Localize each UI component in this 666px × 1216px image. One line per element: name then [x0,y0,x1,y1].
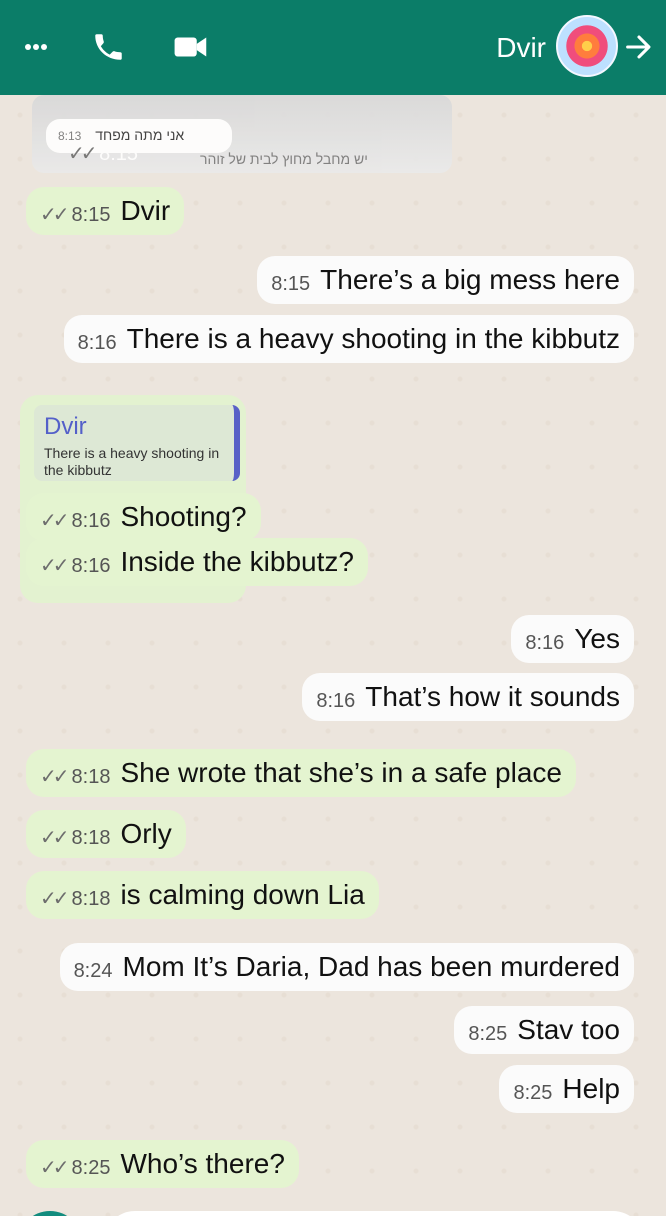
message-text: Orly [120,818,172,849]
message-meta: 8:24 [74,960,113,983]
message-meta: ✓✓ 8:16 [40,555,110,578]
message-text: There is a heavy shooting in the kibbutz [126,323,620,354]
message-text: Shooting? [120,501,247,532]
attach-button[interactable] [18,1211,82,1216]
double-check-icon: ✓✓ [40,766,69,789]
message-time: 8:16 [525,632,565,655]
message-time: 8:25 [513,1082,553,1105]
message-bubble[interactable]: ✓✓ 8:16 Shooting? [26,493,261,542]
message-bubble[interactable]: ✓✓ 8:18 She wrote that she’s in a safe pla… [26,749,576,798]
message-bubble[interactable]: 8:16 There is a heavy shooting in the kib… [63,315,634,364]
chat-title[interactable]: Dvir [496,32,546,64]
message-bubble[interactable]: ✓✓ 8:25 Who’s there? [26,1140,299,1189]
arrow-right-icon[interactable] [620,26,658,68]
message-meta: ✓✓ 8:18 [40,888,110,911]
message-text: Stav too [517,1014,620,1045]
double-check-icon: ✓✓ [40,1157,69,1180]
message-bubble[interactable]: ✓✓ 8:18 is calming down Lia [26,871,379,920]
double-check-icon: ✓✓ [68,143,97,165]
message-time: 8:25 [71,1157,111,1180]
menu-icon[interactable] [24,26,48,68]
message-text: Yes [574,623,620,654]
message-time: 8:25 [468,1023,508,1046]
message-time: 8:15 [71,204,111,227]
message-bubble[interactable]: 8:25 Stav too [454,1006,634,1055]
quoted-message: Dvir There is a heavy shooting in the ki… [34,405,240,481]
preview-footer-time: 8:15 [99,143,139,165]
double-check-icon: ✓✓ [40,827,69,850]
message-meta: 8:16 [316,690,355,713]
message-meta: 8:16 [78,332,117,355]
message-time: 8:15 [271,273,311,296]
message-time: 8:16 [71,510,111,533]
message-bubble[interactable]: ✓✓ 8:16 Inside the kibbutz? [26,538,368,587]
message-text: That’s how it sounds [365,681,620,712]
message-time: 8:18 [71,766,111,789]
message-meta: ✓✓ 8:16 [40,510,110,533]
message-time: 8:18 [71,827,111,850]
message-text: Help [562,1073,620,1104]
message-bubble[interactable]: 8:16 That’s how it sounds [302,673,634,722]
message-bubble[interactable]: ✓✓ 8:18 Orly [26,810,186,859]
message-bubble[interactable]: 8:15 There’s a big mess here [257,256,634,305]
message-meta: ✓✓ 8:18 [40,827,110,850]
message-bubble[interactable]: 8:16 Yes [511,615,634,664]
message-text: Who’s there? [120,1148,285,1179]
preview-footer: ✓✓ 8:15 [68,141,138,166]
message-time: 8:24 [73,960,113,983]
message-meta: ✓✓ 8:25 [40,1157,110,1180]
message-meta: 8:15 [271,273,310,296]
phone-icon[interactable] [88,26,128,68]
double-check-icon: ✓✓ [40,888,69,911]
double-check-icon: ✓✓ [40,555,69,578]
video-icon[interactable] [172,26,212,68]
message-time: 8:16 [316,690,356,713]
message-time: 8:18 [71,888,111,911]
message-text: Mom It’s Daria, Dad has been murdered [122,951,621,982]
message-bubble[interactable]: ✓✓ 8:15 Dvir [26,187,185,236]
message-meta: 8:25 [468,1023,507,1046]
chat-header: Dvir [0,0,666,95]
message-time: 8:16 [71,555,111,578]
double-check-icon: ✓✓ [40,204,69,227]
message-input[interactable] [104,1211,644,1216]
message-meta: ✓✓ 8:15 [40,204,110,227]
message-text: There’s a big mess here [320,264,620,295]
forwarded-preview: 8:13 אני מתה מפחד ✓✓ 8:15 יש מחבל מחוץ ל… [32,95,452,173]
double-check-icon: ✓✓ [40,510,69,533]
message-bubble[interactable]: 8:25 Help [499,1065,634,1114]
message-meta: 8:16 [525,632,564,655]
message-time: 8:16 [77,332,117,355]
quoted-text: There is a heavy shooting in the kibbutz [44,445,220,478]
avatar[interactable] [556,15,618,77]
message-text: Dvir [120,195,171,226]
chat-area: 8:13 אני מתה מפחד ✓✓ 8:15 יש מחבל מחוץ ל… [0,95,666,1216]
message-bubble[interactable]: 8:24 Mom It’s Daria, Dad has been murdere… [59,943,634,992]
message-meta: ✓✓ 8:18 [40,766,110,789]
quoted-author: Dvir [44,413,87,440]
message-text: She wrote that she’s in a safe place [120,757,562,788]
message-text: Inside the kibbutz? [120,546,354,577]
message-meta: 8:25 [513,1082,552,1105]
message-text: is calming down Lia [120,879,365,910]
preview-subtext: יש מחבל מחוץ לבית של זוהר [200,151,368,167]
